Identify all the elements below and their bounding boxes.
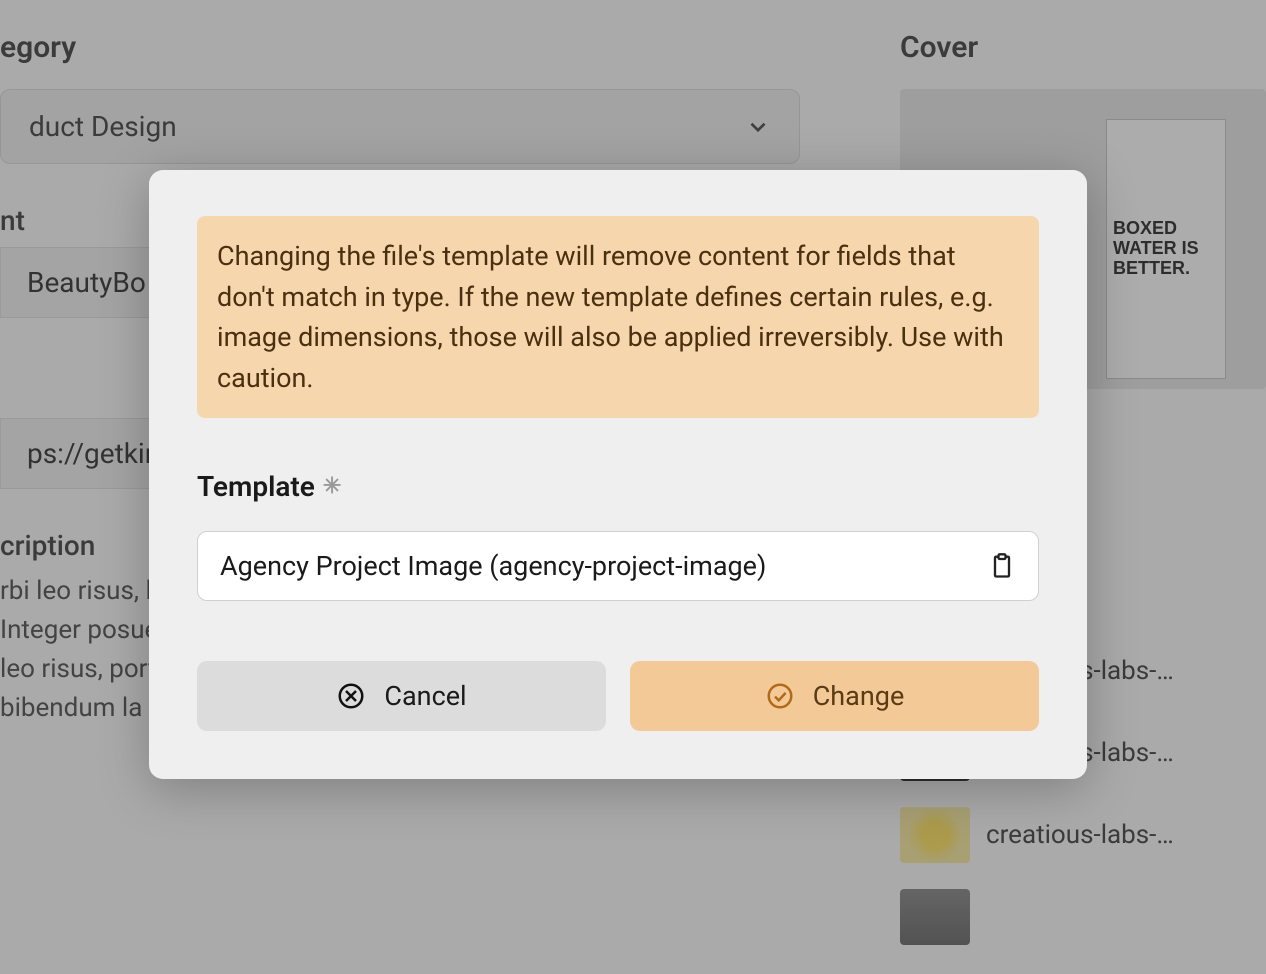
change-template-dialog: Changing the file's template will remove… <box>149 170 1087 779</box>
check-icon <box>765 681 795 711</box>
template-field-label: Template ✳ <box>197 470 1039 503</box>
cancel-icon <box>336 681 366 711</box>
template-select[interactable]: Agency Project Image (agency-project-ima… <box>197 531 1039 601</box>
warning-banner: Changing the file's template will remove… <box>197 216 1039 418</box>
cancel-button[interactable]: Cancel <box>197 661 606 731</box>
clipboard-icon <box>988 552 1016 580</box>
required-icon: ✳ <box>323 474 341 499</box>
template-select-value: Agency Project Image (agency-project-ima… <box>220 550 766 582</box>
change-button[interactable]: Change <box>630 661 1039 731</box>
